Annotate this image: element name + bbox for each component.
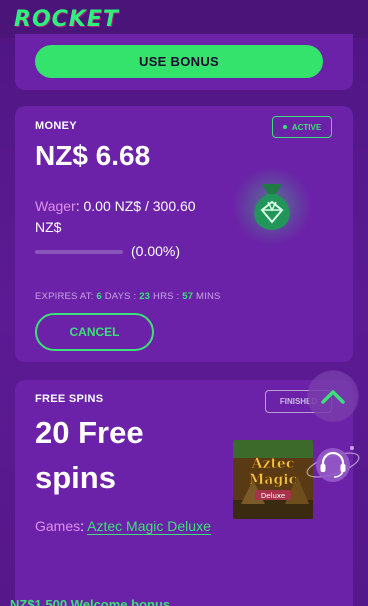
- logo[interactable]: ROCKET: [14, 7, 119, 32]
- hours-value: 23: [139, 291, 151, 302]
- header: ROCKET: [0, 0, 368, 38]
- headset-icon[interactable]: [304, 436, 362, 494]
- days-unit: DAYS: [104, 291, 131, 302]
- bonus-amount: NZ$ 6.68: [35, 140, 151, 171]
- games-info: Games: Aztec Magic Deluxe: [35, 515, 215, 537]
- thumb-title-3: Deluxe: [261, 492, 285, 500]
- expiry-countdown: EXPIRES AT: 6 DAYS : 23 HRS : 57 MINS: [35, 291, 221, 302]
- thumb-title-2: Magic: [249, 472, 297, 488]
- thumb-title-1: Aztec: [251, 456, 295, 472]
- game-thumbnail[interactable]: Aztec Magic Deluxe: [233, 440, 313, 519]
- status-badge-active: ACTIVE: [272, 116, 332, 138]
- card-title: FREE SPINS: [35, 393, 104, 405]
- mins-unit: MINS: [196, 291, 221, 302]
- hours-unit: HRS: [153, 291, 174, 302]
- games-label: Games: [35, 518, 81, 534]
- money-bag-icon: [232, 166, 312, 246]
- game-link[interactable]: Aztec Magic Deluxe: [87, 518, 211, 535]
- page: ROCKET USE BONUS MONEY ACTIVE NZ$ 6.68 W…: [0, 0, 368, 606]
- status-label: ACTIVE: [291, 122, 322, 132]
- status-dot-icon: [282, 125, 287, 129]
- mins-value: 57: [182, 291, 194, 302]
- wager-label: Wager: [35, 198, 76, 214]
- scroll-top-button[interactable]: [308, 371, 358, 421]
- expires-label: EXPIRES AT:: [35, 291, 94, 302]
- cancel-button[interactable]: CANCEL: [35, 313, 154, 351]
- separator: :: [133, 291, 137, 302]
- days-value: 6: [96, 291, 102, 302]
- free-spins-headline: 20 Free spins: [35, 415, 144, 495]
- bottom-promo-text: NZ$1,500 Welcome bonus: [10, 597, 171, 606]
- wager-separator: :: [75, 198, 84, 214]
- card-title: MONEY: [35, 120, 77, 132]
- separator: :: [176, 291, 180, 302]
- chevron-up-icon: [321, 390, 345, 404]
- wager-progress-bar: [35, 250, 123, 254]
- wager-progress-text: (0.00%): [131, 243, 181, 259]
- use-bonus-button[interactable]: USE BONUS: [35, 45, 323, 78]
- wager-info: Wager: 0.00 NZ$ / 300.60 NZ$: [35, 196, 225, 238]
